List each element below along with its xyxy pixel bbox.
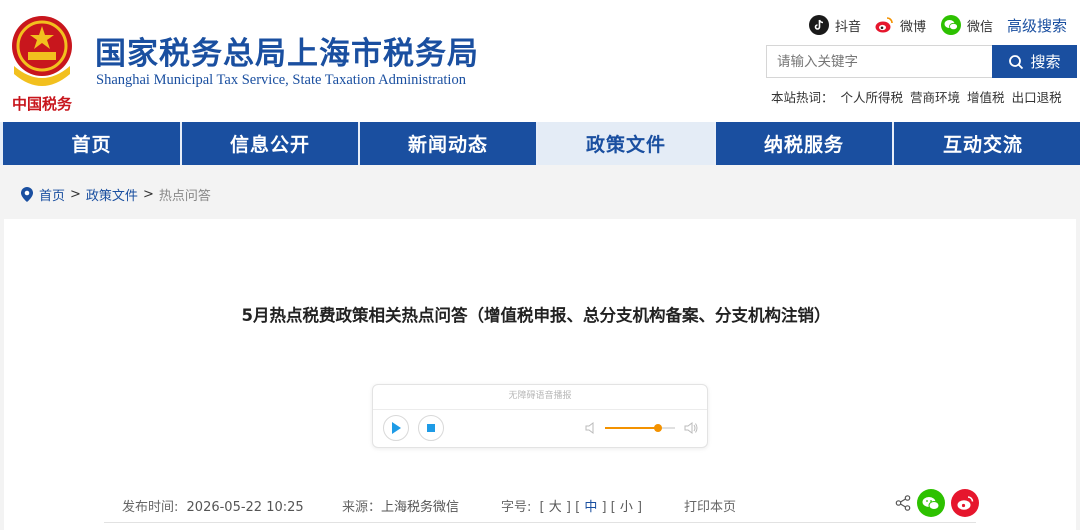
breadcrumb-current: 热点问答 xyxy=(158,189,211,204)
weibo-icon xyxy=(957,495,974,510)
source-label: 来源： xyxy=(342,500,382,515)
search-button[interactable]: 搜索 xyxy=(992,45,1077,78)
douyin-icon xyxy=(809,15,829,35)
nav-item-interaction[interactable]: 互动交流 xyxy=(894,122,1072,165)
volume-knob[interactable] xyxy=(653,424,662,432)
hot-word[interactable]: 营商环境 xyxy=(910,87,960,106)
share-icon[interactable] xyxy=(895,495,911,511)
breadcrumb: 首页 > 政策文件 > 热点问答 xyxy=(20,185,211,204)
share-wechat-button[interactable] xyxy=(917,489,945,517)
player-divider xyxy=(373,409,707,410)
breadcrumb-home[interactable]: 首页 xyxy=(39,185,65,204)
weibo-link[interactable]: 微博 xyxy=(874,14,926,36)
nav-item-tax-service[interactable]: 纳税服务 xyxy=(716,122,894,165)
player-label: 无障碍语音播报 xyxy=(508,391,572,401)
search-button-label: 搜索 xyxy=(1030,54,1061,71)
publish-date-value: 2026-05-22 10:25 xyxy=(186,500,304,515)
volume-icon[interactable] xyxy=(683,421,699,435)
play-button[interactable] xyxy=(383,415,409,441)
source: 来源：上海税务微信 xyxy=(342,496,459,515)
wechat-icon xyxy=(941,15,961,35)
article-card xyxy=(4,219,1076,530)
douyin-link[interactable]: 抖音 xyxy=(809,14,861,36)
volume-slider[interactable] xyxy=(605,424,675,432)
weibo-icon xyxy=(874,15,894,35)
nav-item-news[interactable]: 新闻动态 xyxy=(360,122,538,165)
breadcrumb-separator: > xyxy=(70,187,81,202)
site-subtitle: Shanghai Municipal Tax Service, State Ta… xyxy=(96,72,466,88)
hot-word[interactable]: 出口退税 xyxy=(1012,87,1062,106)
article-title: 5月热点税费政策相关热点问答（增值税申报、总分支机构备案、分支机构注销） xyxy=(241,306,831,325)
svg-text:中国税务: 中国税务 xyxy=(12,95,73,113)
weibo-label: 微博 xyxy=(900,19,927,35)
font-size-medium[interactable]: 中 xyxy=(584,500,597,515)
hot-words-label: 本站热词： xyxy=(771,90,834,105)
stop-icon xyxy=(427,424,435,432)
play-icon xyxy=(392,422,401,434)
advanced-search-link[interactable]: 高级搜索 xyxy=(1007,15,1067,36)
source-value: 上海税务微信 xyxy=(381,500,460,515)
share-weibo-button[interactable] xyxy=(951,489,979,517)
nav-item-info-disclosure[interactable]: 信息公开 xyxy=(182,122,360,165)
nav-item-home[interactable]: 首页 xyxy=(0,122,182,165)
hot-words: 本站热词： 个人所得税 营商环境 增值税 出口退税 xyxy=(771,87,1062,106)
mute-icon[interactable] xyxy=(584,421,598,435)
breadcrumb-separator: > xyxy=(142,187,154,202)
wechat-label: 微信 xyxy=(967,19,994,35)
wechat-link[interactable]: 微信 xyxy=(941,14,993,36)
search-icon xyxy=(1009,54,1024,69)
main-nav: 首页 信息公开 新闻动态 政策文件 纳税服务 互动交流 xyxy=(0,122,1080,165)
search-input[interactable] xyxy=(766,45,993,78)
audio-player: 无障碍语音播报 xyxy=(372,384,708,448)
douyin-label: 抖音 xyxy=(835,19,862,35)
nav-item-policy-documents[interactable]: 政策文件 xyxy=(538,122,716,165)
meta-divider xyxy=(104,522,976,523)
wechat-icon xyxy=(922,496,940,510)
national-emblem-logo[interactable]: 中国税务 xyxy=(6,8,78,116)
volume-fill xyxy=(605,427,658,429)
font-size-label: 字号: xyxy=(501,500,532,515)
breadcrumb-policy-documents[interactable]: 政策文件 xyxy=(86,185,138,204)
location-pin-icon xyxy=(21,187,33,202)
site-header: 中国税务 国家税务总局上海市税务局 Shanghai Municipal Tax… xyxy=(0,0,1080,122)
hot-word[interactable]: 增值税 xyxy=(967,87,1005,106)
print-link[interactable]: 打印本页 xyxy=(684,496,736,515)
stop-button[interactable] xyxy=(418,415,444,441)
hot-word[interactable]: 个人所得税 xyxy=(841,87,904,106)
font-size-large[interactable]: 大 xyxy=(549,500,562,515)
font-size-control: 字号: [ 大 ] [ 中 ] [ 小 ] xyxy=(501,500,643,515)
font-size-small[interactable]: 小 xyxy=(620,500,633,515)
publish-date-label: 发布时间: xyxy=(122,500,179,515)
site-title: 国家税务总局上海市税务局 xyxy=(95,36,479,72)
publish-date: 发布时间: 2026-05-22 10:25 xyxy=(122,496,304,515)
